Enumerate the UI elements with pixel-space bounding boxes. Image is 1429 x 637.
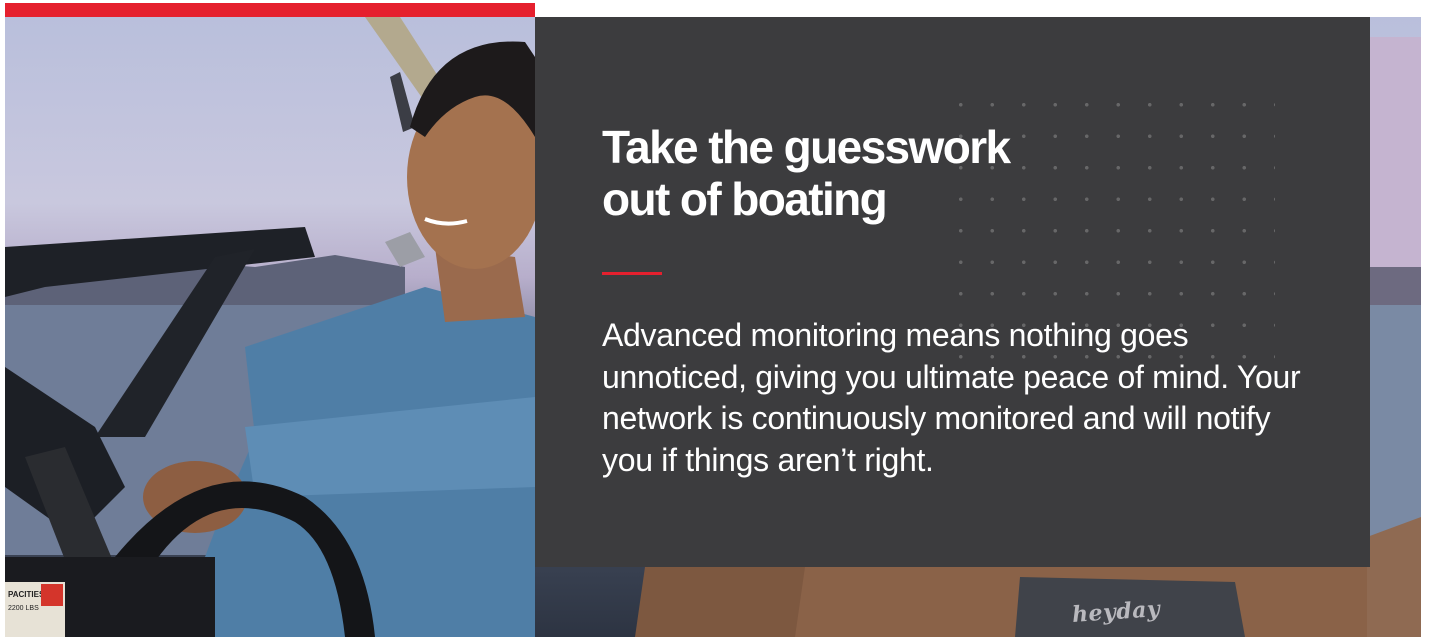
body-paragraph: Advanced monitoring means nothing goes u… bbox=[602, 317, 1301, 478]
content-panel: Take the guesswork out of boating Advanc… bbox=[535, 17, 1370, 567]
capacity-sticker-weight: 2200 LBS bbox=[8, 605, 39, 612]
lake-right bbox=[1367, 305, 1421, 545]
tower-clamp bbox=[385, 232, 425, 267]
seat-cushion-1 bbox=[635, 567, 805, 637]
headline: Take the guesswork out of boating bbox=[602, 121, 1011, 225]
warning-sticker bbox=[41, 584, 63, 606]
seat-right bbox=[1367, 517, 1421, 637]
red-accent-bar bbox=[5, 3, 535, 17]
sky-right bbox=[1367, 37, 1421, 267]
capacity-sticker-label: PACITIES bbox=[8, 590, 45, 599]
red-divider bbox=[602, 272, 662, 275]
